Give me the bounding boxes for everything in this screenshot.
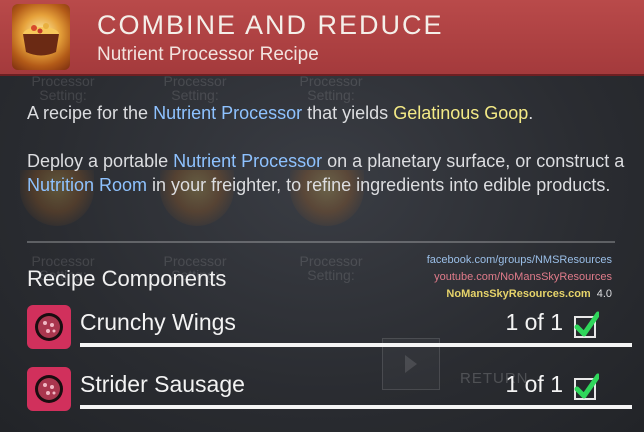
site-link: NoMansSkyResources.com bbox=[446, 288, 591, 300]
desc-text: in your freighter, to refine ingredients… bbox=[147, 175, 611, 195]
cooking-pot-icon bbox=[12, 4, 70, 70]
version-label: 4.0 bbox=[596, 288, 612, 300]
component-underline bbox=[80, 405, 632, 409]
nutrition-room-link[interactable]: Nutrition Room bbox=[27, 175, 147, 195]
recipe-title: COMBINE AND REDUCE bbox=[97, 10, 444, 40]
desc-text: . bbox=[528, 103, 534, 123]
component-count: 1 of 1 bbox=[505, 371, 563, 397]
component-count: 1 of 1 bbox=[505, 309, 563, 335]
recipe-description: A recipe for the Nutrient Processor that… bbox=[27, 101, 627, 125]
desc-text: that yields bbox=[302, 103, 394, 123]
ghost-processor-setting: Processor Setting: bbox=[163, 73, 227, 103]
component-row[interactable]: Strider Sausage 1 of 1 bbox=[27, 367, 632, 411]
facebook-link: facebook.com/groups/NMSResources bbox=[426, 254, 612, 266]
youtube-link: youtube.com/NoMansSkyResources bbox=[434, 271, 612, 283]
components-title: Recipe Components bbox=[27, 266, 227, 291]
desc-text: A recipe for the bbox=[27, 103, 154, 123]
section-divider bbox=[27, 241, 615, 243]
ingredient-glyph bbox=[35, 313, 63, 341]
watermark: facebook.com/groups/NMSResources youtube… bbox=[427, 252, 612, 303]
ghost-processor-setting: Processor Setting: bbox=[31, 73, 95, 103]
ghost-processor-setting: Processor Setting: bbox=[299, 73, 363, 103]
check-icon bbox=[574, 311, 599, 338]
desc-text: Deploy a portable bbox=[27, 151, 174, 171]
nutrient-processor-link[interactable]: Nutrient Processor bbox=[173, 151, 322, 171]
deploy-description: Deploy a portable Nutrient Processor on … bbox=[27, 149, 627, 197]
component-name: Crunchy Wings bbox=[80, 309, 236, 335]
check-icon bbox=[574, 373, 599, 400]
nutrient-processor-link[interactable]: Nutrient Processor bbox=[153, 103, 302, 123]
ingredient-glyph bbox=[35, 375, 63, 403]
component-underline bbox=[80, 343, 632, 347]
component-name: Strider Sausage bbox=[80, 371, 245, 397]
gelatinous-goop-link[interactable]: Gelatinous Goop bbox=[393, 103, 528, 123]
ingredient-icon bbox=[27, 305, 71, 349]
desc-text: on a planetary surface, or construct a bbox=[322, 151, 625, 171]
ingredient-icon bbox=[27, 367, 71, 411]
recipe-header: COMBINE AND REDUCE Nutrient Processor Re… bbox=[0, 0, 644, 76]
ghost-processor-setting: Processor Setting: bbox=[299, 253, 363, 283]
recipe-subtitle: Nutrient Processor Recipe bbox=[97, 44, 319, 65]
cooking-pot-glyph bbox=[23, 23, 59, 56]
component-row[interactable]: Crunchy Wings 1 of 1 bbox=[27, 305, 632, 349]
